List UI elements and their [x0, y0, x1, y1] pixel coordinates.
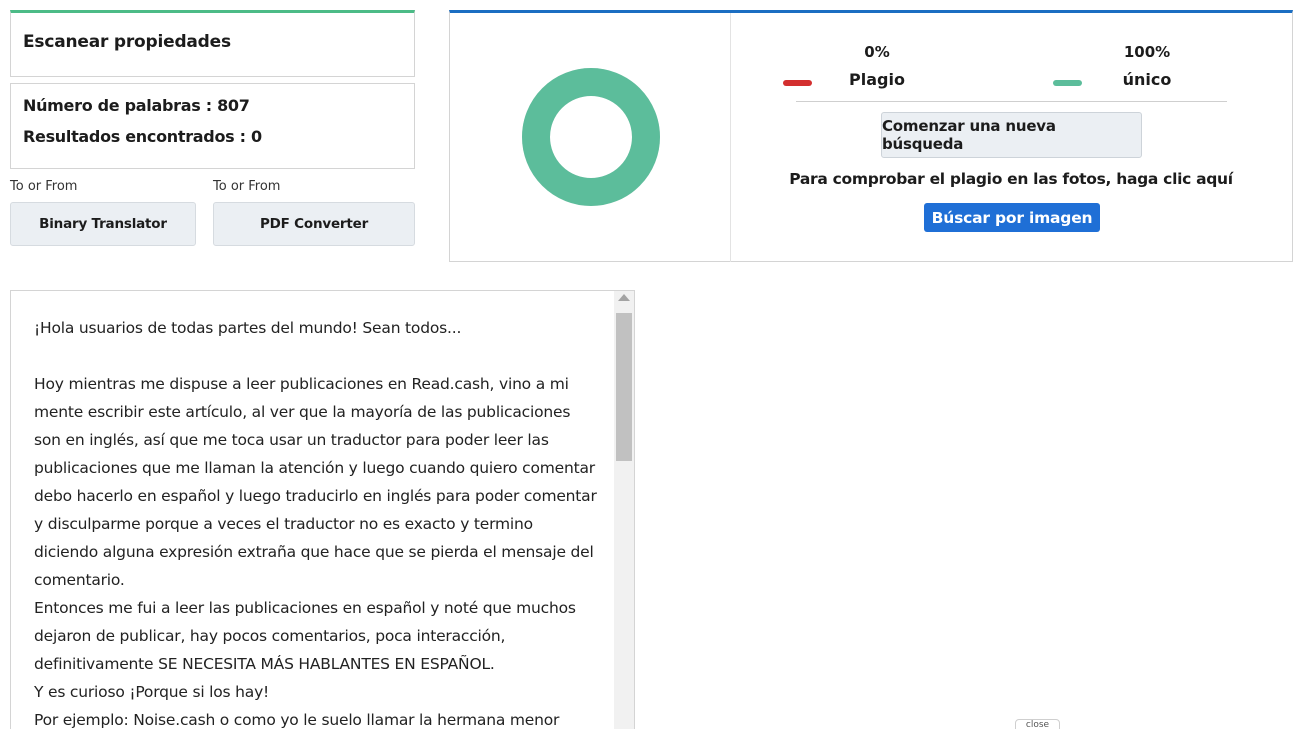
stats-divider: [796, 101, 1227, 102]
panel-divider: [730, 13, 731, 262]
text-paragraph: Y es curioso ¡Porque si los hay!: [34, 683, 270, 701]
results-found: Resultados encontrados : 0: [23, 127, 262, 146]
unique-label: único: [1122, 70, 1172, 89]
pdf-converter-caption: To or From: [213, 179, 281, 194]
plagiarism-percent: 0%: [864, 43, 890, 61]
close-chip[interactable]: close: [1015, 719, 1060, 729]
photo-plagiarism-hint: Para comprobar el plagio en las fotos, h…: [789, 170, 1233, 188]
text-scrollbar[interactable]: [614, 291, 634, 729]
text-paragraph: Hoy mientras me dispuse a leer publicaci…: [34, 375, 597, 589]
unique-legend-swatch: [1053, 80, 1082, 86]
text-paragraph: Entonces me fui a leer las publicaciones…: [34, 599, 576, 673]
search-by-image-button[interactable]: Búscar por imagen: [924, 203, 1100, 232]
scrollbar-thumb[interactable]: [616, 313, 632, 461]
new-search-button[interactable]: Comenzar una nueva búsqueda: [881, 112, 1142, 158]
text-blank-line: [34, 342, 599, 370]
result-panel: 0% Plagio 100% único Comenzar una nueva …: [449, 10, 1293, 262]
donut-unique-arc: [522, 68, 660, 206]
text-paragraph: Por ejemplo: Noise.cash o como yo le sue…: [34, 711, 560, 729]
scan-properties-title: Escanear propiedades: [23, 32, 231, 52]
scan-stats-box: Número de palabras : 807 Resultados enco…: [10, 83, 415, 169]
text-paragraph: ¡Hola usuarios de todas partes del mundo…: [34, 319, 462, 337]
unique-percent: 100%: [1123, 43, 1171, 61]
word-count: Número de palabras : 807: [23, 96, 250, 115]
binary-translator-button[interactable]: Binary Translator: [10, 202, 196, 246]
uniqueness-donut-chart: [522, 68, 660, 206]
scanned-text: ¡Hola usuarios de todas partes del mundo…: [34, 314, 599, 729]
binary-translator-caption: To or From: [10, 179, 78, 194]
pdf-converter-button[interactable]: PDF Converter: [213, 202, 415, 246]
scroll-up-arrow-icon[interactable]: [618, 294, 630, 301]
scan-properties-header: Escanear propiedades: [10, 10, 415, 77]
scanned-text-area[interactable]: ¡Hola usuarios de todas partes del mundo…: [10, 290, 635, 729]
plagiarism-legend-swatch: [783, 80, 812, 86]
plagiarism-label: Plagio: [849, 70, 905, 89]
